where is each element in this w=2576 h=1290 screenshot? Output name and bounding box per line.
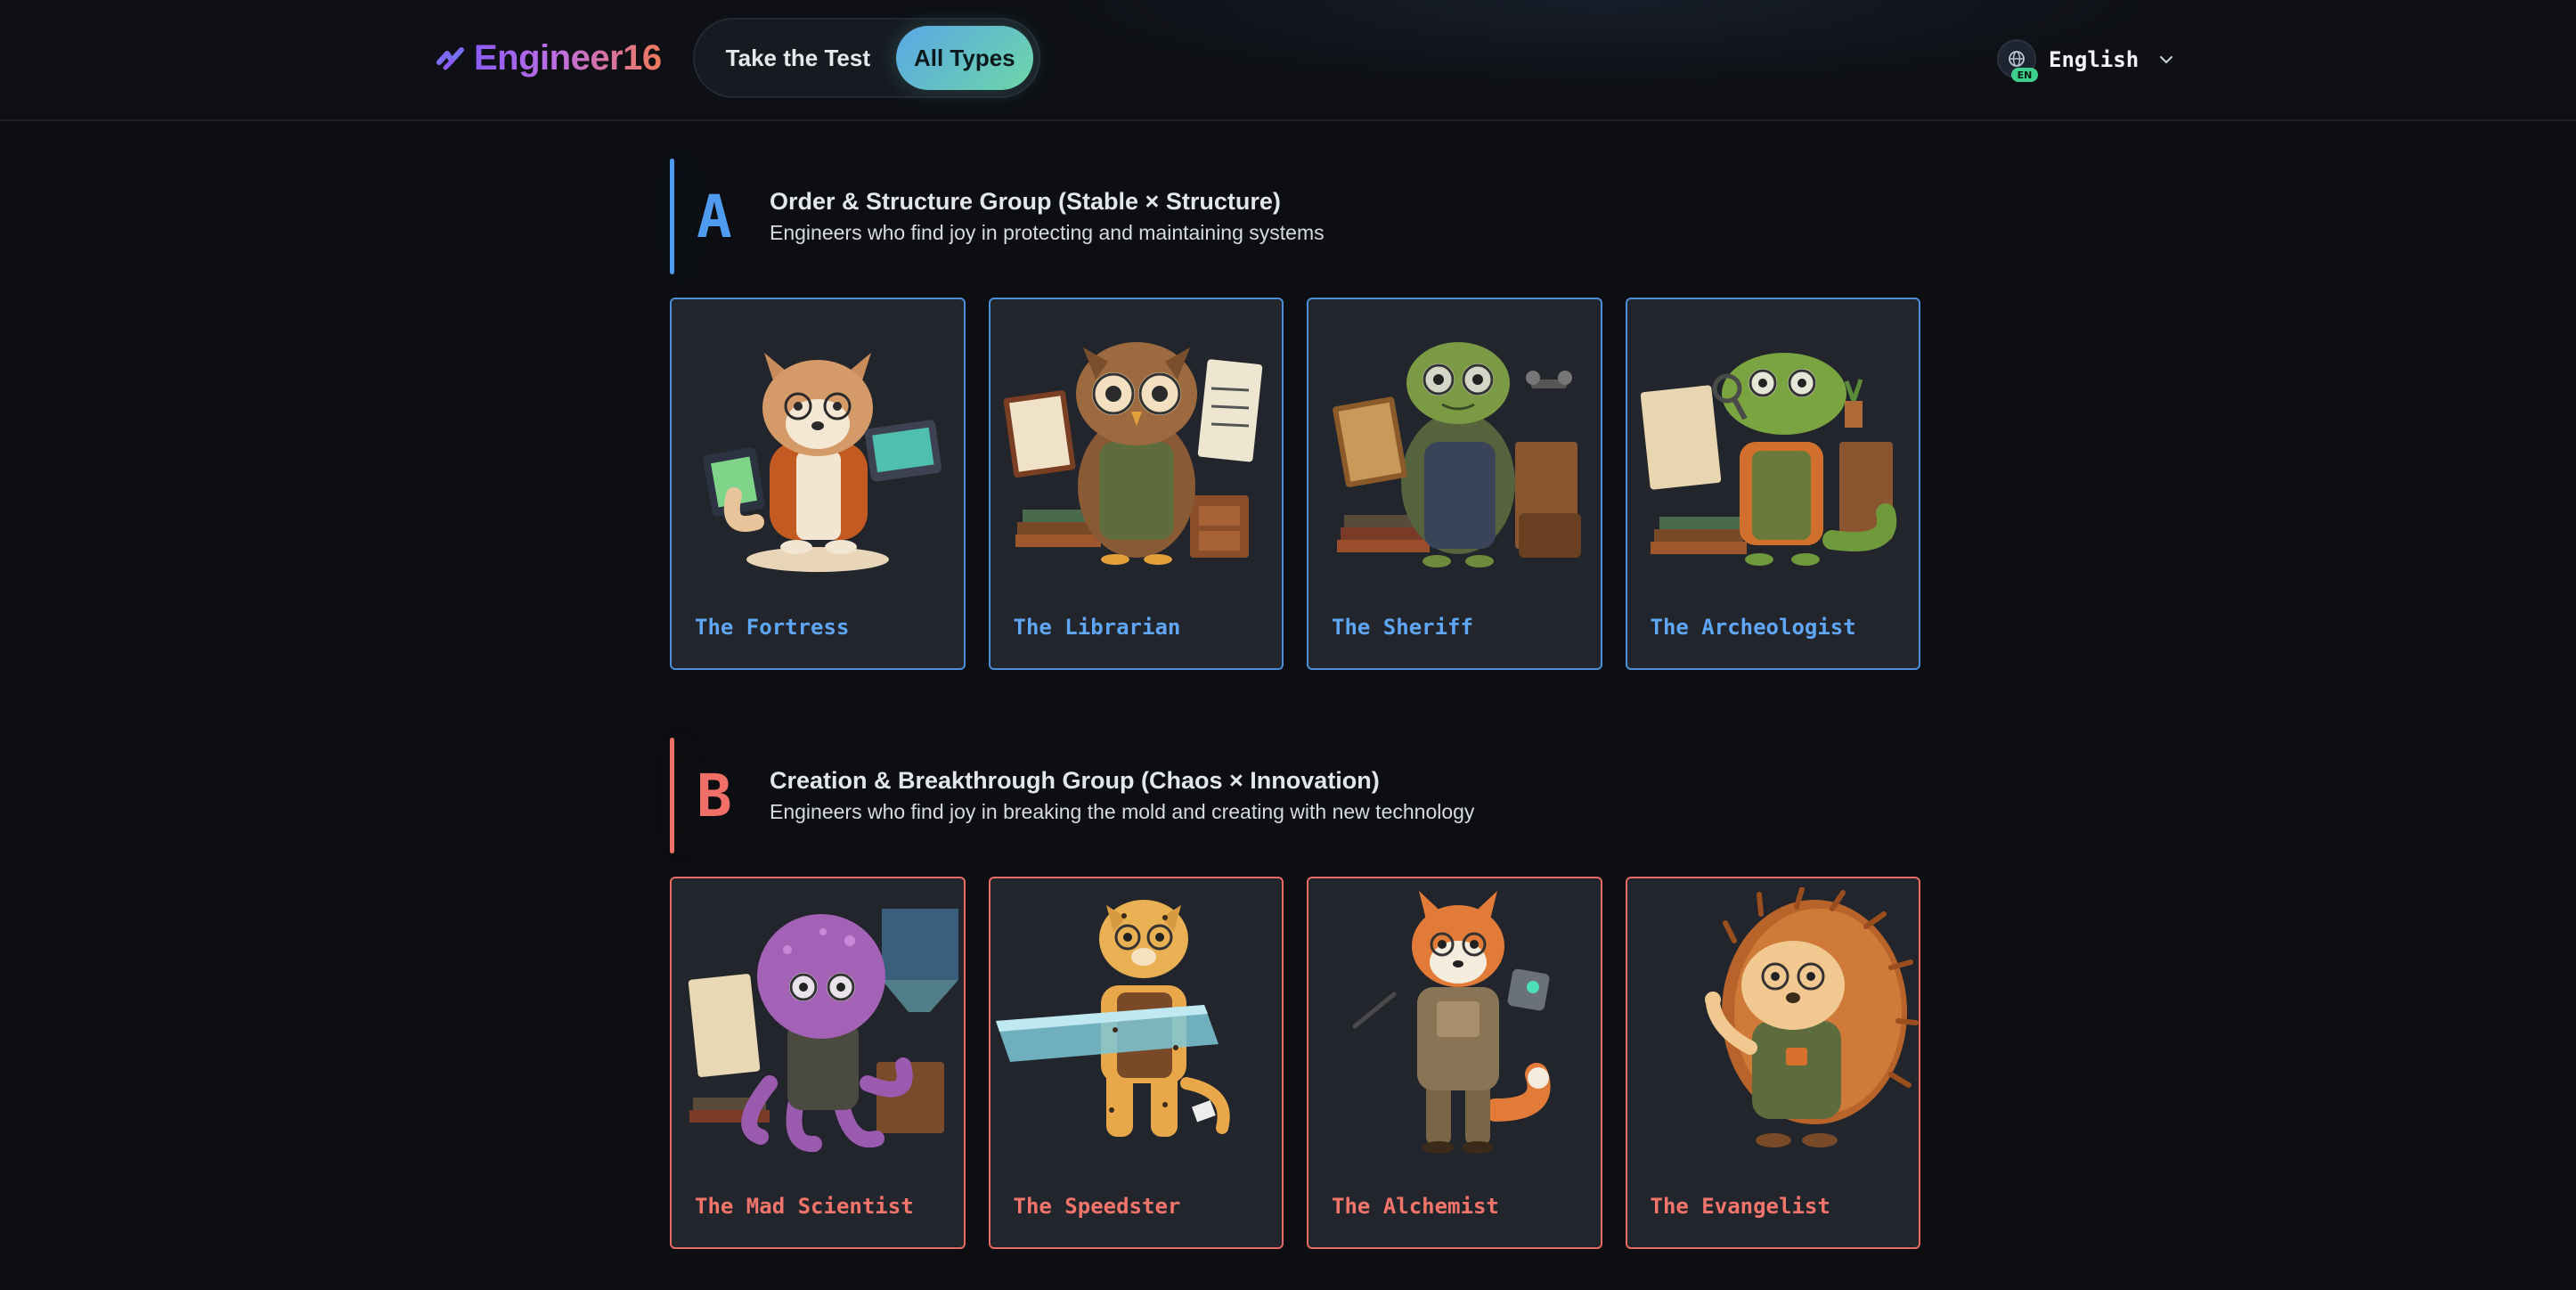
language-code-badge: EN [2011, 68, 2038, 82]
site-logo[interactable]: Engineer16 [436, 32, 662, 84]
type-name: The Mad Scientist [695, 1194, 914, 1219]
type-name: The Librarian [1013, 615, 1181, 640]
type-card-the-speedster[interactable]: The Speedster [988, 877, 1284, 1249]
cheetah-engineer-icon [995, 900, 1230, 1137]
all-types-button[interactable]: All Types [895, 26, 1033, 90]
group-description: Engineers who find joy in protecting and… [770, 221, 1325, 244]
type-card-the-evangelist[interactable]: The Evangelist [1625, 877, 1920, 1249]
take-the-test-button[interactable]: Take the Test [700, 26, 896, 90]
chevron-down-icon [2160, 56, 2173, 64]
type-name: The Sheriff [1332, 615, 1473, 640]
globe-icon [2009, 51, 2025, 67]
group-title: Order & Structure Group (Stable × Struct… [770, 188, 1281, 215]
type-card-the-mad-scientist[interactable]: The Mad Scientist [670, 877, 966, 1249]
group-description: Engineers who find joy in breaking the m… [770, 800, 1475, 823]
language-selector[interactable]: EN English [1997, 37, 2176, 82]
type-card-the-alchemist[interactable]: The Alchemist [1307, 877, 1602, 1249]
type-card-grid: The Mad Scientist The Speedster The Alch… [670, 877, 1920, 1249]
hedgehog-engineer-icon [1704, 887, 1919, 1147]
main-nav: Take the Test All Types [693, 18, 1040, 98]
octopus-engineer-icon [688, 909, 958, 1152]
type-name: The Evangelist [1650, 1194, 1830, 1219]
group-letter: B [697, 761, 732, 830]
group-section-b: B Creation & Breakthrough Group (Chaos ×… [670, 738, 1920, 1249]
group-letter: A [697, 182, 732, 251]
type-name: The Alchemist [1332, 1194, 1499, 1219]
top-navigation-bar: Engineer16 Take the Test All Types EN En… [0, 0, 2576, 121]
group-section-a: A Order & Structure Group (Stable × Stru… [670, 159, 1920, 670]
type-card-grid: The Fortress The Librarian The Sheriff T… [670, 298, 1920, 670]
type-card-the-fortress[interactable]: The Fortress [670, 298, 966, 670]
language-label: English [2049, 47, 2140, 72]
group-header: A Order & Structure Group (Stable × Stru… [670, 159, 1920, 274]
group-title: Creation & Breakthrough Group (Chaos × I… [770, 767, 1380, 794]
group-accent-bar [670, 738, 674, 853]
logo-mark-icon [436, 47, 464, 70]
lizard-engineer-icon [1640, 353, 1896, 566]
type-card-the-librarian[interactable]: The Librarian [988, 298, 1284, 670]
type-card-the-archeologist[interactable]: The Archeologist [1625, 298, 1920, 670]
type-name: The Archeologist [1650, 615, 1856, 640]
wolf-engineer-icon [703, 353, 942, 572]
fox-engineer-icon [1352, 891, 1551, 1154]
logo-text: Engineer16 [474, 37, 662, 78]
owl-engineer-icon [1003, 342, 1262, 565]
type-name: The Fortress [695, 615, 850, 640]
group-accent-bar [670, 159, 674, 274]
type-card-the-sheriff[interactable]: The Sheriff [1307, 298, 1602, 670]
language-globe: EN [1997, 39, 2038, 82]
group-header: B Creation & Breakthrough Group (Chaos ×… [670, 738, 1920, 853]
turtle-engineer-icon [1333, 342, 1581, 567]
type-name: The Speedster [1013, 1194, 1181, 1219]
